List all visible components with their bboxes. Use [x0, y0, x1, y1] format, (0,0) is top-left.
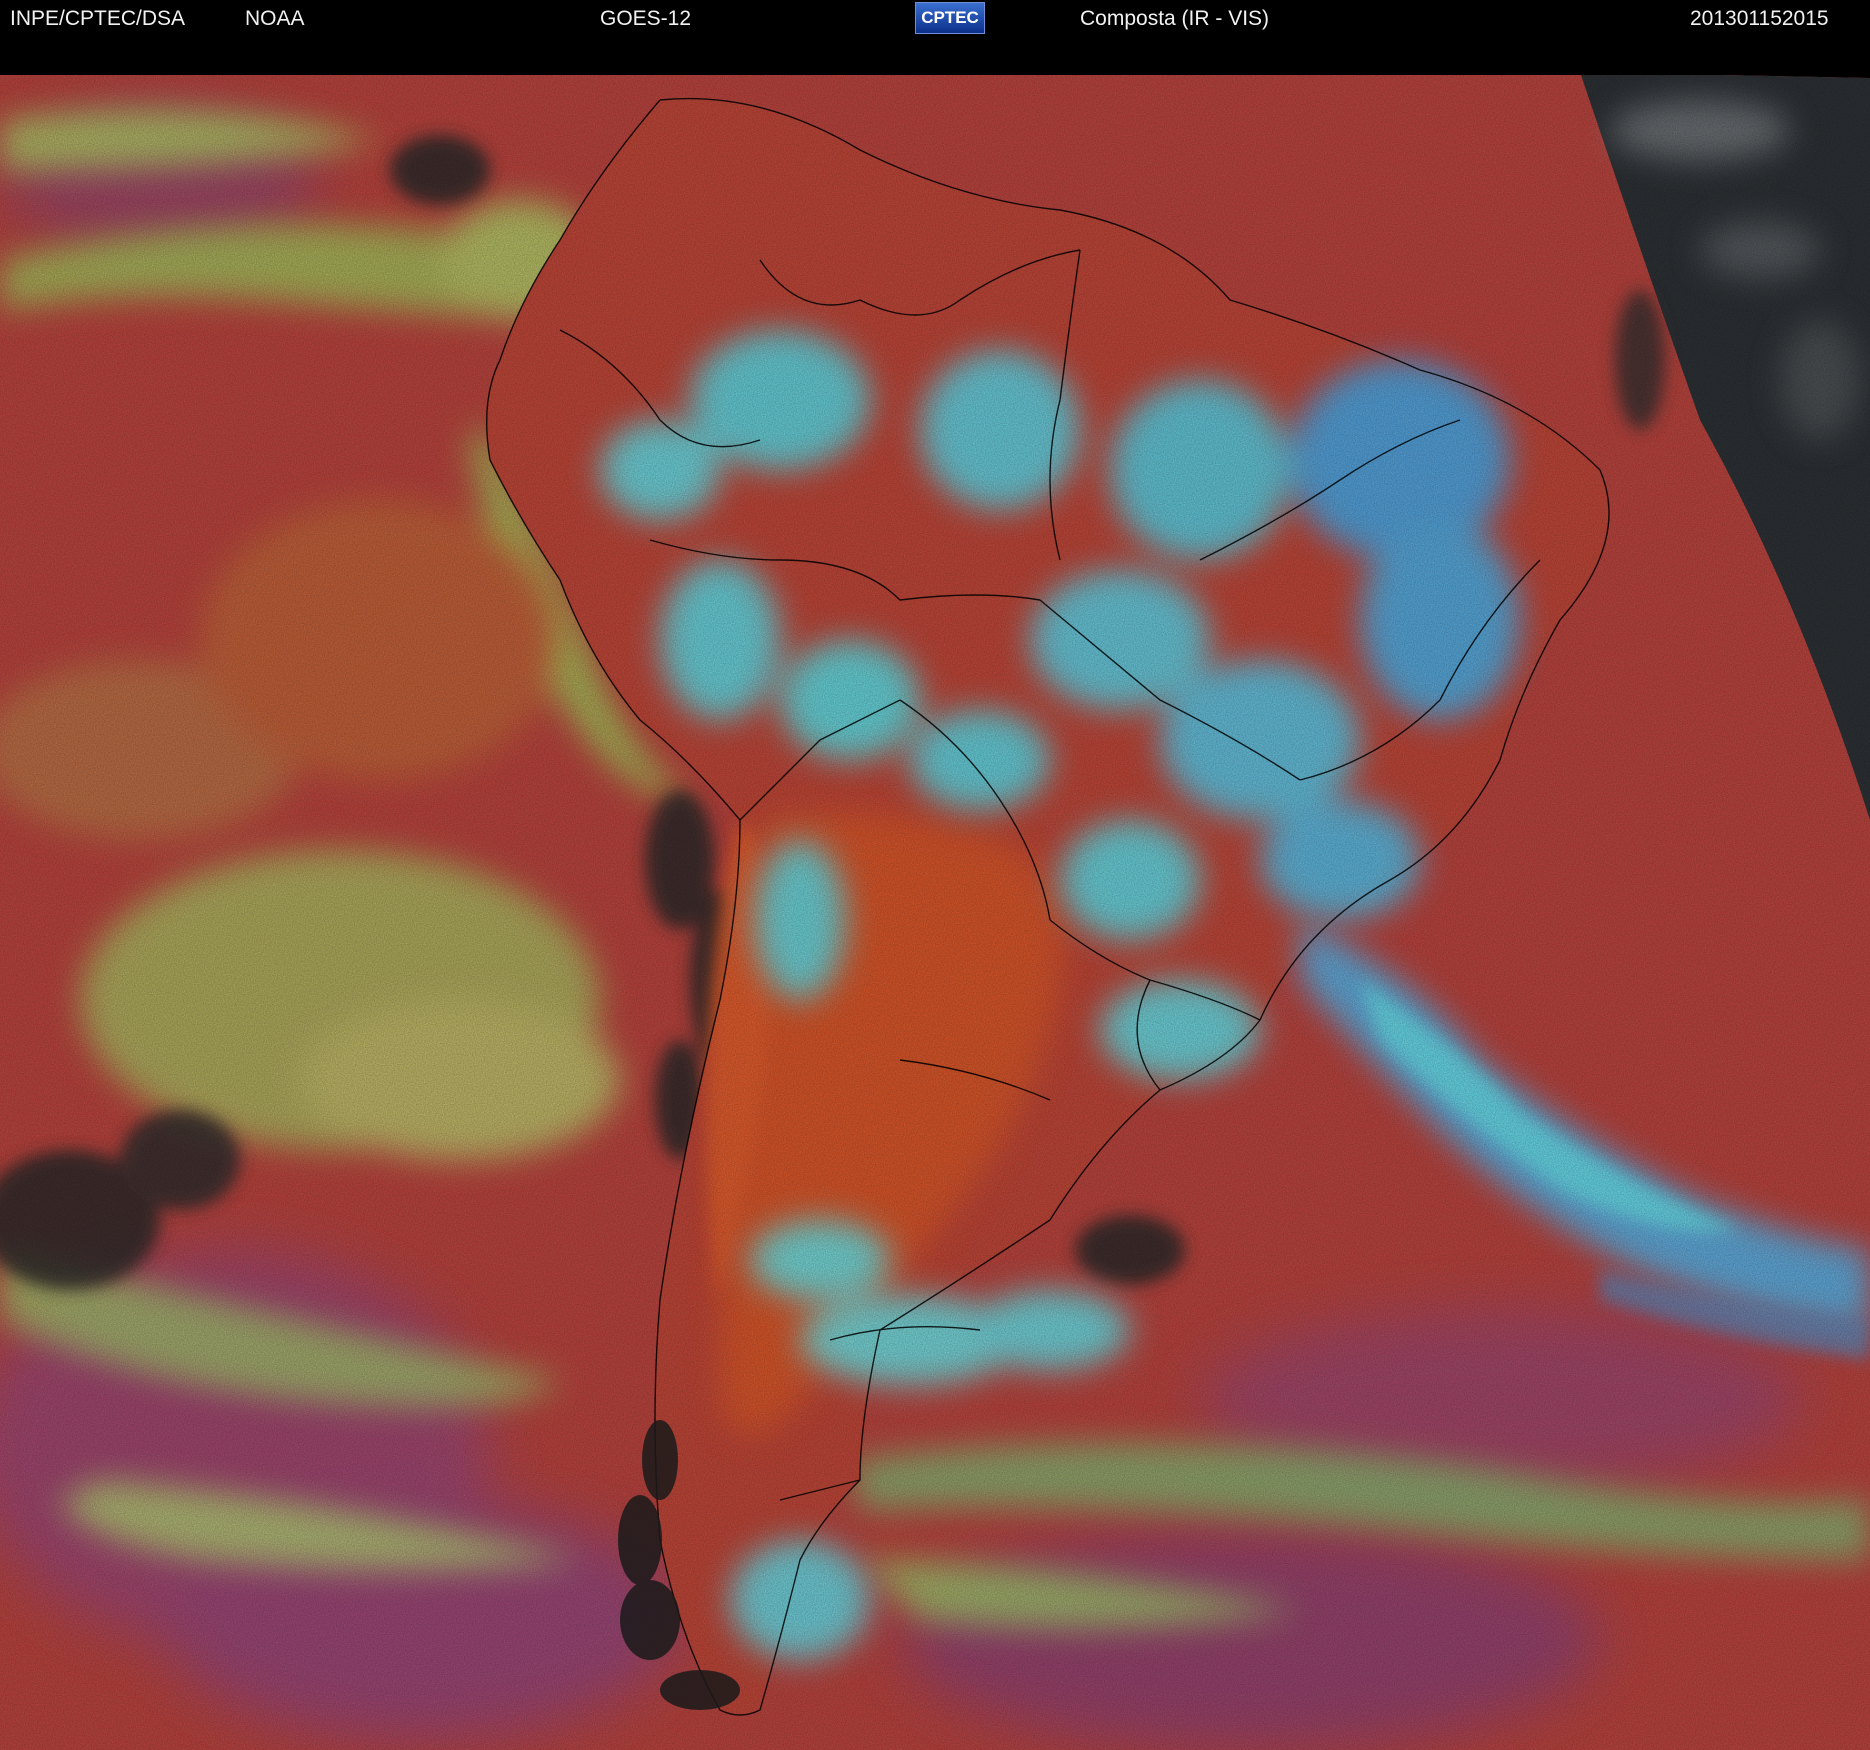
satellite-label: GOES-12	[600, 7, 692, 30]
image-header: INPE/CPTEC/DSA NOAA GOES-12 CPTEC Compos…	[0, 0, 1870, 40]
agency-label: NOAA	[245, 7, 305, 30]
cptec-logo: CPTEC	[915, 2, 985, 34]
top-black-band	[0, 40, 1870, 75]
product-label: Composta (IR - VIS)	[1080, 7, 1270, 30]
satellite-composite-image	[0, 40, 1870, 1750]
timestamp-label: 201301152015	[1690, 7, 1829, 30]
source-label: INPE/CPTEC/DSA	[10, 7, 186, 30]
logo-text: CPTEC	[921, 8, 979, 27]
